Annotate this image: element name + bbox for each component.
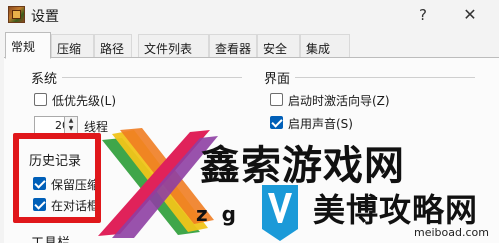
- watermark-url: meiboad.com: [414, 226, 489, 239]
- title-bar: 设置 ? ✕: [0, 0, 499, 30]
- tab-security[interactable]: 安全: [257, 34, 300, 58]
- watermark-badge-icon: [262, 185, 298, 241]
- system-group-title: 系统: [31, 72, 58, 87]
- spin-up-icon[interactable]: ▲: [65, 117, 77, 125]
- low-priority-label: 低优先级(L): [52, 94, 117, 108]
- tab-integration[interactable]: 集成: [300, 34, 350, 58]
- tab-viewer[interactable]: 查看器: [209, 34, 257, 58]
- highlight-box: [13, 133, 101, 223]
- tab-strip: 常规 压缩 路径 文件列表 查看器 安全 集成: [0, 32, 499, 59]
- tab-compression[interactable]: 压缩: [51, 34, 94, 58]
- watermark-brand-text-2: 美博攻略网: [313, 191, 479, 229]
- spin-down-icon[interactable]: ▼: [65, 125, 77, 133]
- app-archive-icon: [8, 6, 25, 23]
- threads-spinner[interactable]: ▲ ▼: [64, 116, 78, 134]
- window-title: 设置: [31, 9, 59, 25]
- help-button[interactable]: ?: [408, 4, 438, 26]
- watermark-brand-text: 鑫索游戏网: [200, 142, 405, 189]
- wizard-checkbox[interactable]: [270, 93, 283, 106]
- ui-group-title: 界面: [264, 72, 291, 87]
- tab-file-list[interactable]: 文件列表: [138, 34, 209, 58]
- low-priority-checkbox[interactable]: [34, 93, 47, 106]
- watermark-latin-text: zg: [196, 202, 250, 226]
- tab-paths[interactable]: 路径: [94, 34, 132, 58]
- tab-general[interactable]: 常规: [5, 32, 51, 59]
- toolbar-group-title: 工具栏: [31, 232, 70, 243]
- wizard-label: 启动时激活向导(Z): [288, 94, 390, 108]
- divider: [295, 77, 475, 78]
- close-button[interactable]: ✕: [452, 4, 488, 26]
- divider: [62, 77, 242, 78]
